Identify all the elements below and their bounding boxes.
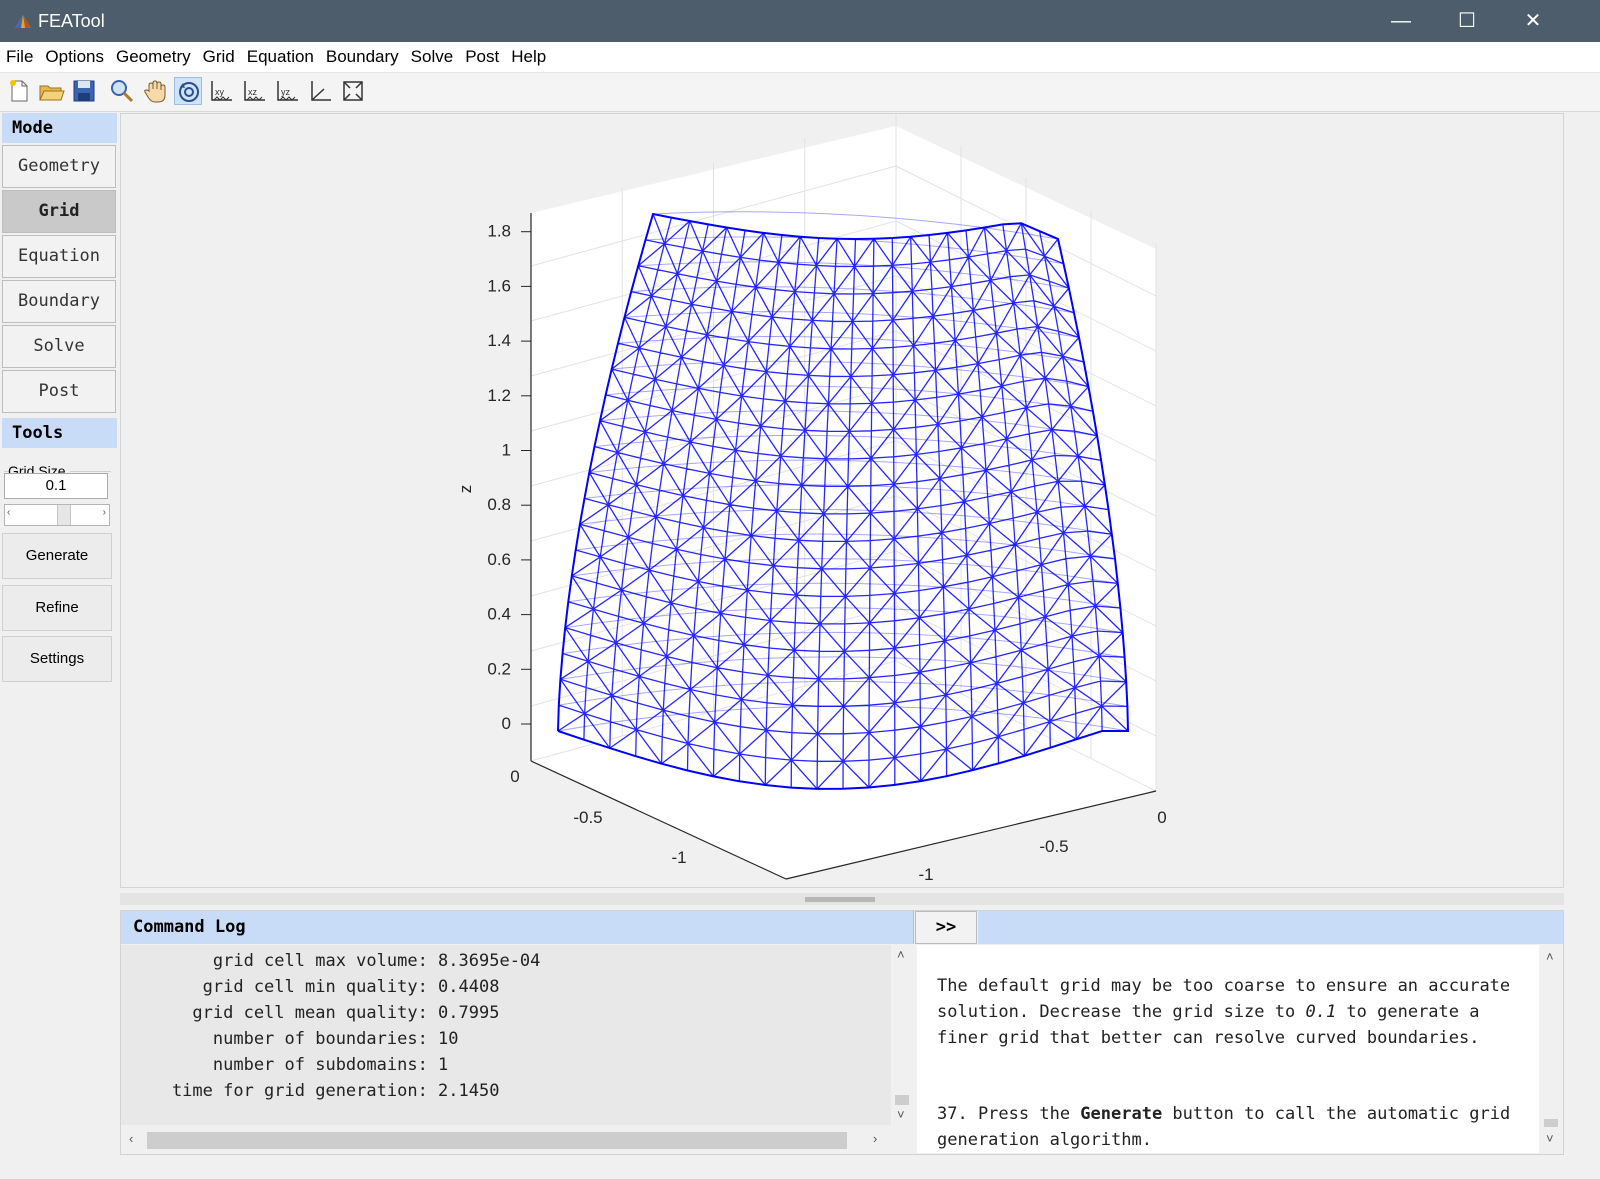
command-log-text[interactable]: grid cell max volume: 8.3695e-04 grid ce… [121, 945, 891, 1125]
scroll-left-arrow-icon[interactable]: ‹ [129, 1131, 133, 1146]
z-tick-label: 1 [502, 441, 511, 460]
view-xy-icon[interactable]: xy [207, 77, 235, 105]
menu-equation[interactable]: Equation [241, 42, 320, 67]
z-tick-label: 0.6 [487, 550, 511, 569]
instructions-text: The default grid may be too coarse to en… [917, 945, 1539, 1153]
x-tick-label: -0.5 [573, 808, 602, 827]
y-tick-label: -1 [918, 865, 933, 884]
log-line: number of subdomains: 1 [131, 1055, 449, 1075]
command-log-header: Command Log [121, 911, 914, 944]
pan-icon[interactable] [141, 77, 169, 105]
log-line: grid cell mean quality: 0.7995 [131, 1003, 500, 1023]
z-tick-label: 0.2 [487, 659, 511, 678]
mode-equation-button[interactable]: Equation [2, 235, 116, 278]
z-tick-label: 1.2 [487, 386, 511, 405]
rotate-icon[interactable] [174, 77, 202, 105]
x-tick-label: 0 [510, 767, 519, 786]
log-line: grid cell min quality: 0.4408 [131, 977, 500, 997]
settings-button[interactable]: Settings [2, 636, 112, 682]
generate-button[interactable]: Generate [2, 533, 112, 579]
expand-log-button[interactable]: >> [915, 911, 977, 944]
splitter-grip[interactable] [805, 897, 875, 902]
z-tick-label: 1.6 [487, 276, 511, 295]
view-xz-icon[interactable]: xz [240, 77, 268, 105]
featool-logo-icon [15, 15, 31, 28]
zoom-extents-icon[interactable] [339, 77, 367, 105]
window-title: FEATool [38, 11, 105, 31]
grid-size-slider[interactable]: ‹ › [4, 504, 110, 526]
grid-size-hint: 0.1 [1305, 1002, 1337, 1022]
menu-solve[interactable]: Solve [405, 42, 460, 67]
new-icon[interactable] [5, 77, 33, 105]
plot-area[interactable]: 0 0.2 0.4 0.6 0.8 1 1.2 1.4 1.6 1.8 z 0 -0.5 -1 0 -0.5 -… [120, 113, 1564, 888]
log-horizontal-scrollbar[interactable]: ‹ › [121, 1129, 891, 1151]
mode-grid-button[interactable]: Grid [2, 190, 116, 233]
open-icon[interactable] [37, 77, 65, 105]
panel-splitter[interactable] [120, 893, 1564, 905]
slider-right-arrow[interactable]: › [103, 507, 106, 518]
z-axis-label: z [456, 485, 475, 494]
z-tick-label: 0 [502, 714, 511, 733]
scroll-up-arrow-icon[interactable]: ˄ [897, 947, 905, 962]
instructions-vertical-scrollbar[interactable]: ˄ ˅ [1541, 945, 1561, 1153]
view-yz-icon[interactable]: yz [273, 77, 301, 105]
svg-text:xz: xz [248, 87, 258, 97]
menu-geometry[interactable]: Geometry [110, 42, 197, 67]
toolbar: xy xz yz [0, 73, 1600, 112]
slider-left-arrow[interactable]: ‹ [7, 507, 10, 518]
scroll-down-arrow-icon[interactable]: ˅ [897, 1107, 905, 1122]
maximize-button[interactable]: ☐ [1434, 0, 1500, 42]
menu-options[interactable]: Options [39, 42, 110, 67]
instruction-paragraph-2: 37. Press the Generate button to call th… [937, 1104, 1511, 1150]
log-line: time for grid generation: 2.1450 [131, 1081, 500, 1101]
mode-boundary-button[interactable]: Boundary [2, 280, 116, 323]
menu-boundary[interactable]: Boundary [320, 42, 405, 67]
mesh-plot[interactable]: 0 0.2 0.4 0.6 0.8 1 1.2 1.4 1.6 1.8 z 0 -0.5 -1 0 -0.5 -… [121, 114, 1565, 889]
scroll-up-arrow-icon[interactable]: ˄ [1546, 949, 1554, 964]
y-tick-label: 0 [1157, 808, 1166, 827]
menu-help[interactable]: Help [505, 42, 552, 67]
svg-text:yz: yz [281, 87, 291, 97]
title-bar: FEATool — ☐ ✕ [0, 0, 1600, 42]
z-tick-label: 1.4 [487, 331, 511, 350]
menu-bar: File Options Geometry Grid Equation Boundary S… [0, 42, 1600, 73]
mode-geometry-button[interactable]: Geometry [2, 145, 116, 188]
log-vscroll-thumb[interactable] [895, 1095, 909, 1105]
mode-header: Mode [2, 113, 117, 143]
z-tick-label: 0.4 [487, 605, 511, 624]
minimize-button[interactable]: — [1368, 0, 1434, 42]
mode-solve-button[interactable]: Solve [2, 325, 116, 368]
log-line: grid cell max volume: 8.3695e-04 [131, 951, 541, 971]
view-3d-icon[interactable] [306, 77, 334, 105]
log-panel: Command Log >> grid cell max volume: 8.3… [120, 910, 1564, 1155]
z-tick-label: 1.8 [487, 222, 511, 241]
generate-hint: Generate [1080, 1104, 1163, 1124]
refine-button[interactable]: Refine [2, 585, 112, 631]
log-vertical-scrollbar[interactable]: ˄ ˅ [892, 945, 912, 1127]
mode-post-button[interactable]: Post [2, 370, 116, 413]
zoom-icon[interactable] [108, 77, 136, 105]
slider-thumb[interactable] [57, 505, 71, 525]
menu-file[interactable]: File [0, 42, 39, 67]
scroll-right-arrow-icon[interactable]: › [873, 1131, 877, 1146]
menu-post[interactable]: Post [459, 42, 505, 67]
instructions-vscroll-thumb[interactable] [1544, 1119, 1558, 1127]
y-tick-label: -0.5 [1039, 837, 1068, 856]
log-line: number of boundaries: 10 [131, 1029, 459, 1049]
menu-grid[interactable]: Grid [197, 42, 241, 67]
tools-header: Tools [2, 418, 117, 448]
scroll-down-arrow-icon[interactable]: ˅ [1546, 1131, 1554, 1146]
save-icon[interactable] [70, 77, 98, 105]
z-tick-label: 0.8 [487, 495, 511, 514]
grid-size-input[interactable]: 0.1 [4, 473, 108, 499]
instruction-paragraph-1: The default grid may be too coarse to en… [937, 976, 1511, 1048]
svg-text:xy: xy [215, 87, 225, 97]
log-hscroll-thumb[interactable] [147, 1132, 847, 1149]
close-button[interactable]: ✕ [1500, 0, 1566, 42]
x-tick-label: -1 [671, 848, 686, 867]
instructions-header [978, 911, 1563, 944]
